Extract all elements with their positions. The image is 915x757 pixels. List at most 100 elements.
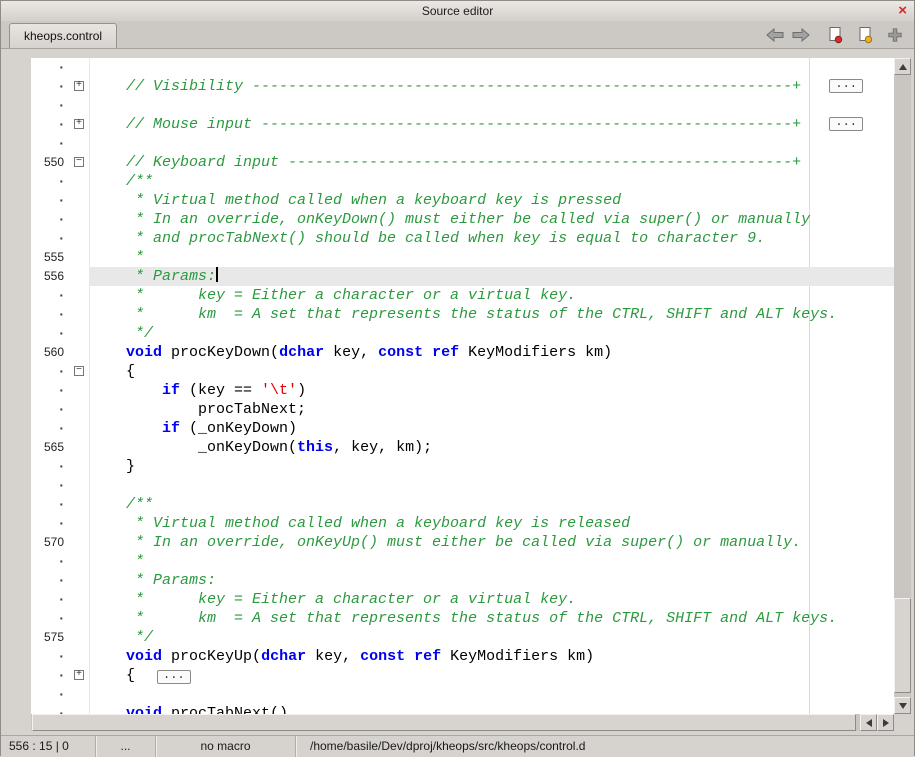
code-line[interactable]: 560 void procKeyDown(dchar key, const re… (31, 343, 894, 362)
line-number: · (31, 77, 71, 96)
code-line[interactable]: · if (_onKeyDown) (31, 419, 894, 438)
fold-margin (71, 400, 90, 419)
line-number: 560 (31, 343, 71, 362)
fold-toggle-icon[interactable]: + (74, 81, 84, 91)
code-text: * Params: (90, 267, 894, 286)
code-text: /** (90, 495, 894, 514)
folded-code-ellipsis[interactable]: ... (157, 670, 191, 684)
code-token: void (126, 705, 162, 714)
line-number: · (31, 400, 71, 419)
fold-margin: − (71, 362, 90, 381)
line-number: · (31, 590, 71, 609)
line-number: · (31, 134, 71, 153)
code-token: { (90, 667, 135, 684)
go-back-button[interactable] (764, 24, 786, 46)
scroll-right-button[interactable] (877, 714, 894, 731)
code-text: * Virtual method called when a keyboard … (90, 514, 894, 533)
code-line[interactable]: · /** (31, 495, 894, 514)
code-line[interactable]: · } (31, 457, 894, 476)
folded-code-ellipsis[interactable]: ... (829, 79, 863, 93)
scroll-down-icon (899, 703, 907, 709)
code-line[interactable]: · (31, 134, 894, 153)
code-line[interactable]: · (31, 685, 894, 704)
scroll-up-button[interactable] (894, 58, 911, 75)
scroll-right-icon (883, 719, 889, 727)
code-token: { (90, 363, 135, 380)
horizontal-scrollbar[interactable] (31, 714, 894, 731)
page-yellow-action-button[interactable] (854, 24, 876, 46)
code-line[interactable]: · * km = A set that represents the statu… (31, 305, 894, 324)
status-bar: 556 : 15 | 0 ... no macro /home/basile/D… (1, 735, 914, 757)
code-text: */ (90, 324, 894, 343)
fold-toggle-icon[interactable]: + (74, 670, 84, 680)
code-line[interactable]: · * and procTabNext() should be called w… (31, 229, 894, 248)
code-token: // Keyboard input ----------------------… (90, 154, 801, 171)
code-text: _onKeyDown(this, key, km); (90, 438, 894, 457)
code-text: * (90, 248, 894, 267)
folded-code-ellipsis[interactable]: ... (829, 117, 863, 131)
code-line[interactable]: · (31, 58, 894, 77)
code-token: procTabNext() (162, 705, 288, 714)
code-text: /** (90, 172, 894, 191)
code-token: const (378, 344, 423, 361)
code-line[interactable]: 550− // Keyboard input -----------------… (31, 153, 894, 172)
scroll-up-icon (899, 64, 907, 70)
fold-toggle-icon[interactable]: + (74, 119, 84, 129)
code-line[interactable]: · * (31, 552, 894, 571)
code-line[interactable]: · void procKeyUp(dchar key, const ref Ke… (31, 647, 894, 666)
code-line[interactable]: · */ (31, 324, 894, 343)
code-line[interactable]: · (31, 476, 894, 495)
fold-margin (71, 438, 90, 457)
code-line[interactable]: · if (key == '\t') (31, 381, 894, 400)
tab-kheops-control[interactable]: kheops.control (9, 23, 117, 48)
split-view-button[interactable] (884, 24, 906, 46)
scroll-left-button[interactable] (860, 714, 877, 731)
code-line[interactable]: · * In an override, onKeyDown() must eit… (31, 210, 894, 229)
code-line[interactable]: · /** (31, 172, 894, 191)
fold-toggle-icon[interactable]: − (74, 366, 84, 376)
code-line[interactable]: ·+ // Mouse input ----------------------… (31, 115, 894, 134)
fold-margin (71, 229, 90, 248)
code-line[interactable]: · void procTabNext() (31, 704, 894, 714)
code-line[interactable]: ·− { (31, 362, 894, 381)
vertical-scrollbar[interactable] (894, 58, 911, 714)
code-line[interactable]: · * key = Either a character or a virtua… (31, 590, 894, 609)
code-line[interactable]: · * Virtual method called when a keyboar… (31, 514, 894, 533)
fold-margin (71, 210, 90, 229)
close-icon[interactable]: × (898, 1, 907, 20)
code-text (90, 96, 894, 115)
page-red-action-button[interactable] (824, 24, 846, 46)
horizontal-scroll-thumb[interactable] (32, 714, 856, 731)
code-line[interactable]: · * Params: (31, 571, 894, 590)
code-line[interactable]: 555 * (31, 248, 894, 267)
code-token: const (360, 648, 405, 665)
code-line[interactable]: · * Virtual method called when a keyboar… (31, 191, 894, 210)
scroll-down-button[interactable] (894, 697, 911, 714)
code-line[interactable]: 575 */ (31, 628, 894, 647)
code-line[interactable]: · (31, 96, 894, 115)
fold-margin (71, 134, 90, 153)
vertical-scroll-thumb[interactable] (894, 598, 911, 693)
code-editor[interactable]: ··+ // Visibility ----------------------… (31, 58, 894, 714)
code-line[interactable]: 570 * In an override, onKeyUp() must eit… (31, 533, 894, 552)
fold-toggle-icon[interactable]: − (74, 157, 84, 167)
code-token: procKeyUp( (162, 648, 261, 665)
code-token: /** (90, 173, 153, 190)
titlebar[interactable]: Source editor × (1, 1, 914, 22)
code-line[interactable]: · * km = A set that represents the statu… (31, 609, 894, 628)
code-line[interactable]: 556 * Params: (31, 267, 894, 286)
code-text: * and procTabNext() should be called whe… (90, 229, 894, 248)
code-text (90, 58, 894, 77)
code-token (423, 344, 432, 361)
text-caret (216, 267, 218, 282)
code-line[interactable]: ·+ // Visibility -----------------------… (31, 77, 894, 96)
code-line[interactable]: · procTabNext; (31, 400, 894, 419)
line-number: · (31, 286, 71, 305)
code-line[interactable]: 565 _onKeyDown(this, key, km); (31, 438, 894, 457)
editor-toolbar (764, 21, 906, 48)
code-line[interactable]: ·+ {... (31, 666, 894, 685)
code-text: void procTabNext() (90, 704, 894, 714)
code-line[interactable]: · * key = Either a character or a virtua… (31, 286, 894, 305)
go-forward-button[interactable] (790, 24, 812, 46)
code-token: * km = A set that represents the status … (90, 306, 837, 323)
